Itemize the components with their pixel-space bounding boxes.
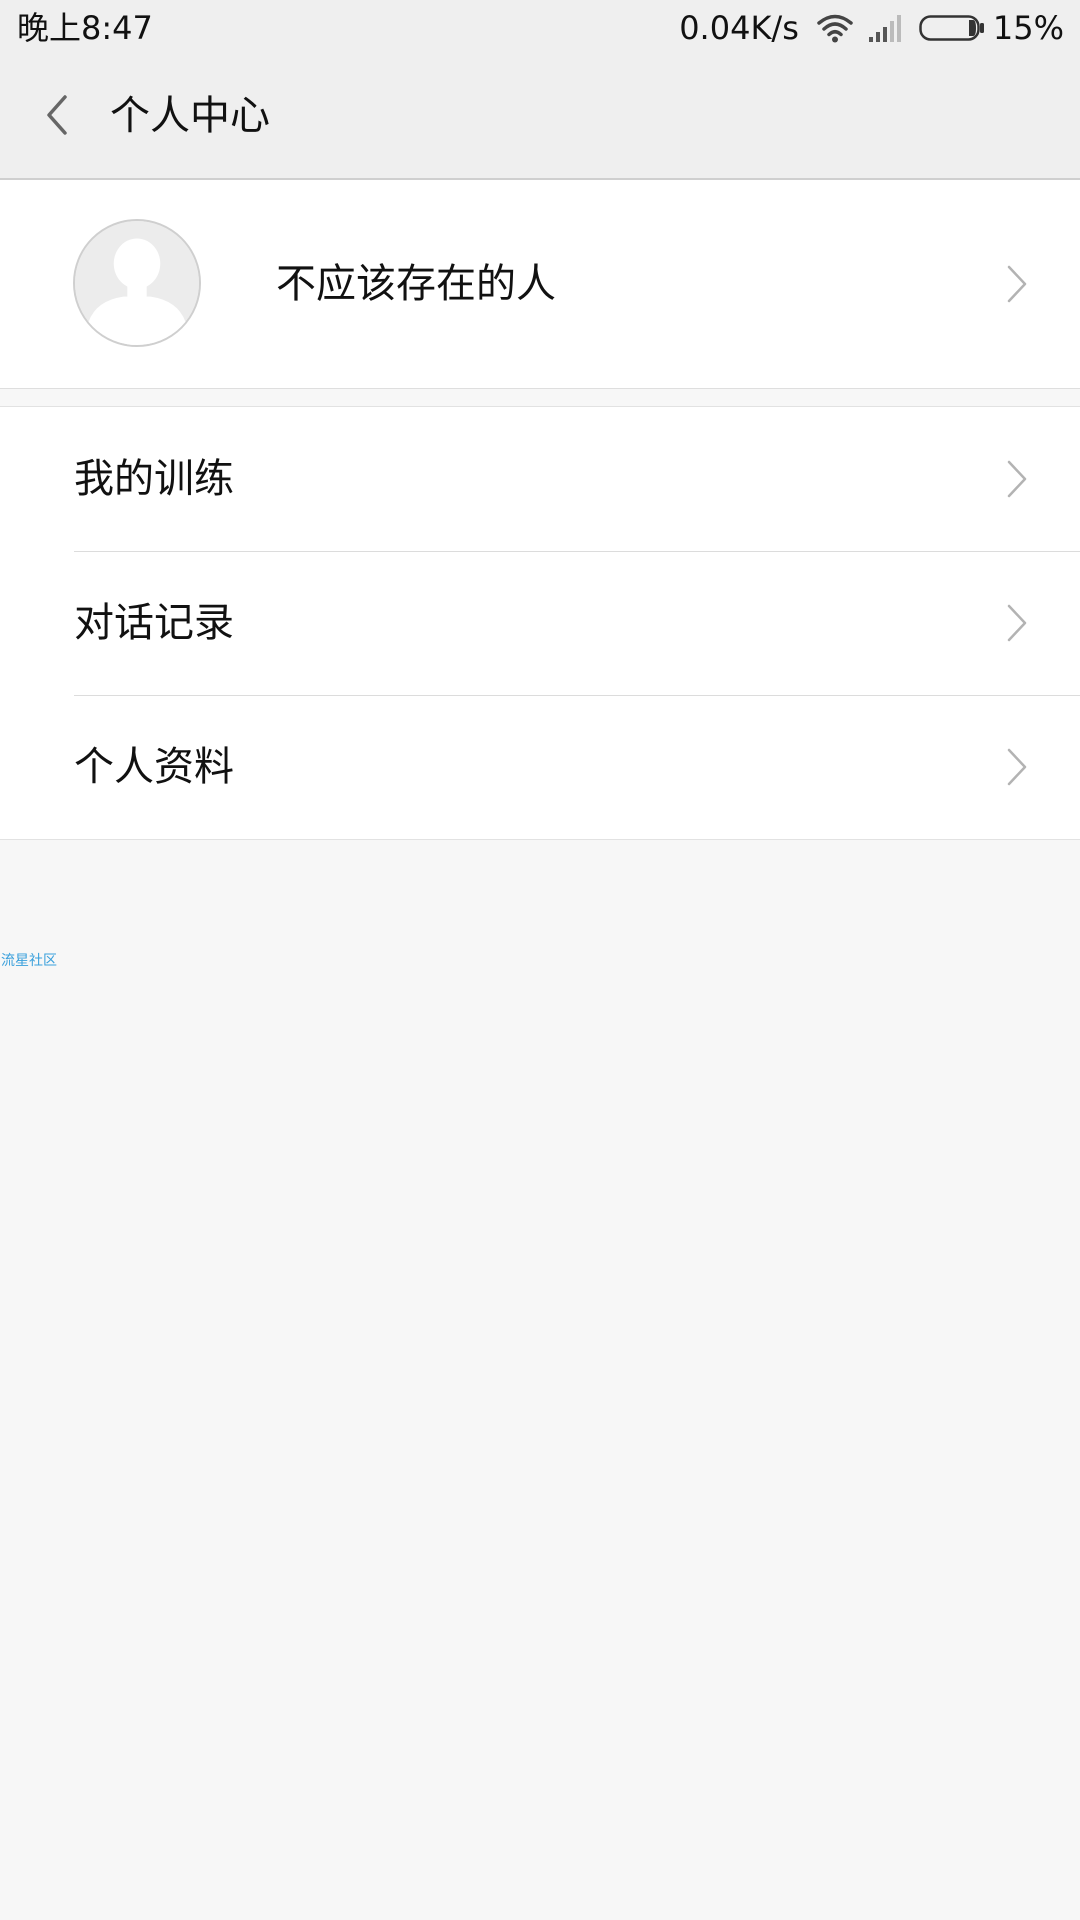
page-title: 个人中心 (110, 93, 270, 139)
menu-item-chat-history[interactable]: 对话记录 (0, 551, 1080, 695)
menu-list: 我的训练 对话记录 个人资料 (0, 406, 1080, 840)
back-button[interactable] (30, 88, 84, 142)
profile-name: 不应该存在的人 (276, 261, 556, 307)
menu-item-label: 我的训练 (74, 456, 234, 502)
menu-item-label: 个人资料 (74, 744, 234, 790)
menu-item-my-training[interactable]: 我的训练 (0, 407, 1080, 551)
chevron-right-icon (1007, 265, 1027, 303)
profile-row[interactable]: 不应该存在的人 (0, 180, 1080, 389)
wifi-icon (817, 14, 853, 43)
status-time: 晚上8:47 (17, 9, 153, 47)
default-user-avatar-icon (75, 221, 199, 345)
chevron-right-icon (1007, 604, 1027, 642)
menu-item-profile-info[interactable]: 个人资料 (0, 695, 1080, 839)
network-speed: 0.04K/s (679, 9, 799, 47)
status-icons: 0.04K/s 15% (679, 8, 1064, 48)
avatar (73, 219, 201, 347)
chevron-right-icon (1007, 748, 1027, 786)
signal-icon (868, 15, 901, 42)
status-bar: 晚上8:47 0.04K/s 15% (0, 0, 1080, 56)
chevron-left-icon (47, 95, 67, 135)
chevron-right-icon (1007, 460, 1027, 498)
app-root: 晚上8:47 0.04K/s 15% 个人中心 不应该存在的人 我的训练 对话记… (0, 0, 1080, 1920)
watermark-text: 流星社区 (1, 953, 57, 969)
battery-percentage: 15% (992, 9, 1064, 47)
menu-item-label: 对话记录 (74, 600, 234, 646)
battery-icon (919, 15, 984, 41)
navigation-bar: 个人中心 (0, 56, 1080, 180)
